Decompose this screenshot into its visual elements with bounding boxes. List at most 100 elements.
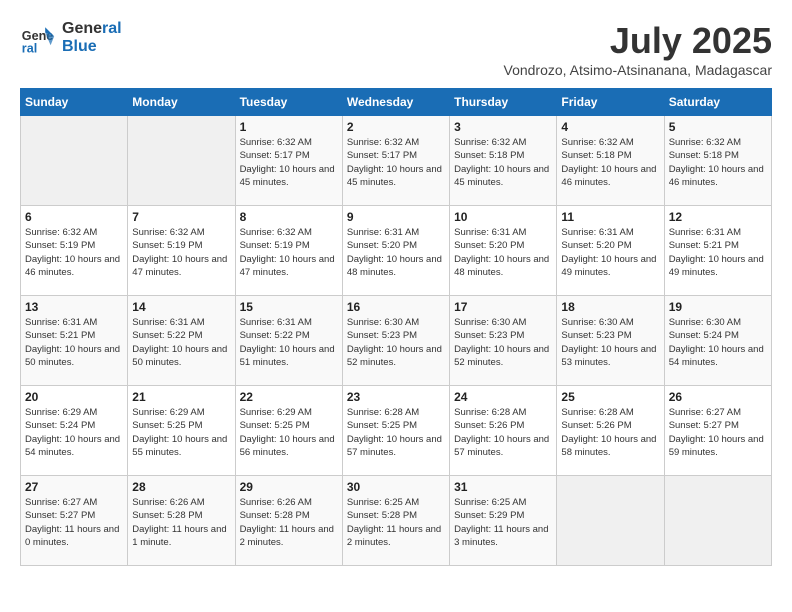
calendar-cell: 30 Sunrise: 6:25 AM Sunset: 5:28 PM Dayli… [342,476,449,566]
calendar-cell: 31 Sunrise: 6:25 AM Sunset: 5:29 PM Dayli… [450,476,557,566]
day-number: 17 [454,300,552,314]
weekday-header: Wednesday [342,89,449,116]
day-info: Sunrise: 6:32 AM Sunset: 5:19 PM Dayligh… [240,226,338,279]
calendar-cell: 20 Sunrise: 6:29 AM Sunset: 5:24 PM Dayli… [21,386,128,476]
day-info: Sunrise: 6:29 AM Sunset: 5:24 PM Dayligh… [25,406,123,459]
logo: Gene ral General Blue [20,20,122,56]
day-number: 21 [132,390,230,404]
calendar-cell [664,476,771,566]
day-info: Sunrise: 6:26 AM Sunset: 5:28 PM Dayligh… [132,496,230,549]
day-number: 4 [561,120,659,134]
day-info: Sunrise: 6:30 AM Sunset: 5:23 PM Dayligh… [347,316,445,369]
calendar-cell: 29 Sunrise: 6:26 AM Sunset: 5:28 PM Dayli… [235,476,342,566]
calendar-cell: 14 Sunrise: 6:31 AM Sunset: 5:22 PM Dayli… [128,296,235,386]
calendar-cell [128,116,235,206]
day-number: 23 [347,390,445,404]
title-block: July 2025 Vondrozo, Atsimo-Atsinanana, M… [504,20,773,78]
day-number: 9 [347,210,445,224]
page-title: July 2025 [504,20,773,62]
calendar-cell: 22Sunrise: 6:29 AM Sunset: 5:25 PM Dayli… [235,386,342,476]
calendar-cell: 11 Sunrise: 6:31 AM Sunset: 5:20 PM Dayli… [557,206,664,296]
calendar-cell: 23 Sunrise: 6:28 AM Sunset: 5:25 PM Dayli… [342,386,449,476]
day-number: 15 [240,300,338,314]
day-number: 30 [347,480,445,494]
day-info: Sunrise: 6:25 AM Sunset: 5:29 PM Dayligh… [454,496,552,549]
day-info: Sunrise: 6:31 AM Sunset: 5:22 PM Dayligh… [240,316,338,369]
day-number: 10 [454,210,552,224]
day-number: 29 [240,480,338,494]
day-info: Sunrise: 6:29 AM Sunset: 5:25 PM Dayligh… [240,406,338,459]
day-number: 20 [25,390,123,404]
calendar-cell: 3 Sunrise: 6:32 AM Sunset: 5:18 PM Daylig… [450,116,557,206]
day-number: 2 [347,120,445,134]
day-info: Sunrise: 6:28 AM Sunset: 5:26 PM Dayligh… [561,406,659,459]
calendar-week-row: 6 Sunrise: 6:32 AM Sunset: 5:19 PM Daylig… [21,206,772,296]
weekday-header: Saturday [664,89,771,116]
weekday-header: Tuesday [235,89,342,116]
day-number: 1 [240,120,338,134]
day-number: 6 [25,210,123,224]
calendar-cell: 6Sunrise: 6:32 AM Sunset: 5:19 PM Daylig… [21,206,128,296]
day-info: Sunrise: 6:32 AM Sunset: 5:18 PM Dayligh… [454,136,552,189]
day-info: Sunrise: 6:27 AM Sunset: 5:27 PM Dayligh… [25,496,123,549]
day-info: Sunrise: 6:32 AM Sunset: 5:18 PM Dayligh… [561,136,659,189]
calendar-cell: 19Sunrise: 6:30 AM Sunset: 5:24 PM Dayli… [664,296,771,386]
day-info: Sunrise: 6:30 AM Sunset: 5:23 PM Dayligh… [561,316,659,369]
calendar-cell: 26 Sunrise: 6:27 AM Sunset: 5:27 PM Dayli… [664,386,771,476]
calendar-table: SundayMondayTuesdayWednesdayThursdayFrid… [20,88,772,566]
day-number: 26 [669,390,767,404]
weekday-header: Sunday [21,89,128,116]
day-info: Sunrise: 6:26 AM Sunset: 5:28 PM Dayligh… [240,496,338,549]
calendar-cell: 15 Sunrise: 6:31 AM Sunset: 5:22 PM Dayli… [235,296,342,386]
page-subtitle: Vondrozo, Atsimo-Atsinanana, Madagascar [504,62,773,78]
calendar-cell: 12 Sunrise: 6:31 AM Sunset: 5:21 PM Dayli… [664,206,771,296]
calendar-week-row: 20 Sunrise: 6:29 AM Sunset: 5:24 PM Dayli… [21,386,772,476]
day-info: Sunrise: 6:32 AM Sunset: 5:19 PM Dayligh… [132,226,230,279]
day-number: 31 [454,480,552,494]
day-info: Sunrise: 6:30 AM Sunset: 5:23 PM Dayligh… [454,316,552,369]
day-info: Sunrise: 6:28 AM Sunset: 5:25 PM Dayligh… [347,406,445,459]
page-header: Gene ral General Blue July 2025 Vondrozo… [20,20,772,78]
calendar-cell: 25Sunrise: 6:28 AM Sunset: 5:26 PM Dayli… [557,386,664,476]
day-number: 12 [669,210,767,224]
calendar-cell: 18Sunrise: 6:30 AM Sunset: 5:23 PM Dayli… [557,296,664,386]
day-info: Sunrise: 6:28 AM Sunset: 5:26 PM Dayligh… [454,406,552,459]
day-number: 13 [25,300,123,314]
day-info: Sunrise: 6:31 AM Sunset: 5:21 PM Dayligh… [669,226,767,279]
weekday-header: Friday [557,89,664,116]
day-info: Sunrise: 6:27 AM Sunset: 5:27 PM Dayligh… [669,406,767,459]
day-info: Sunrise: 6:31 AM Sunset: 5:20 PM Dayligh… [561,226,659,279]
calendar-cell: 7 Sunrise: 6:32 AM Sunset: 5:19 PM Daylig… [128,206,235,296]
day-number: 3 [454,120,552,134]
calendar-cell: 2 Sunrise: 6:32 AM Sunset: 5:17 PM Daylig… [342,116,449,206]
calendar-cell: 13 Sunrise: 6:31 AM Sunset: 5:21 PM Dayli… [21,296,128,386]
calendar-cell: 27 Sunrise: 6:27 AM Sunset: 5:27 PM Dayli… [21,476,128,566]
day-info: Sunrise: 6:32 AM Sunset: 5:17 PM Dayligh… [240,136,338,189]
calendar-week-row: 27 Sunrise: 6:27 AM Sunset: 5:27 PM Dayli… [21,476,772,566]
calendar-week-row: 1 Sunrise: 6:32 AM Sunset: 5:17 PM Daylig… [21,116,772,206]
day-info: Sunrise: 6:32 AM Sunset: 5:17 PM Dayligh… [347,136,445,189]
day-info: Sunrise: 6:30 AM Sunset: 5:24 PM Dayligh… [669,316,767,369]
day-number: 27 [25,480,123,494]
weekday-header: Monday [128,89,235,116]
day-info: Sunrise: 6:31 AM Sunset: 5:21 PM Dayligh… [25,316,123,369]
day-number: 14 [132,300,230,314]
day-info: Sunrise: 6:32 AM Sunset: 5:18 PM Dayligh… [669,136,767,189]
calendar-week-row: 13 Sunrise: 6:31 AM Sunset: 5:21 PM Dayli… [21,296,772,386]
day-info: Sunrise: 6:31 AM Sunset: 5:20 PM Dayligh… [347,226,445,279]
calendar-cell: 21Sunrise: 6:29 AM Sunset: 5:25 PM Dayli… [128,386,235,476]
day-number: 11 [561,210,659,224]
day-info: Sunrise: 6:25 AM Sunset: 5:28 PM Dayligh… [347,496,445,549]
day-number: 16 [347,300,445,314]
day-number: 7 [132,210,230,224]
calendar-cell: 4 Sunrise: 6:32 AM Sunset: 5:18 PM Daylig… [557,116,664,206]
calendar-cell: 5Sunrise: 6:32 AM Sunset: 5:18 PM Daylig… [664,116,771,206]
calendar-cell: 8 Sunrise: 6:32 AM Sunset: 5:19 PM Daylig… [235,206,342,296]
day-number: 8 [240,210,338,224]
calendar-cell: 16 Sunrise: 6:30 AM Sunset: 5:23 PM Dayli… [342,296,449,386]
day-info: Sunrise: 6:31 AM Sunset: 5:22 PM Dayligh… [132,316,230,369]
calendar-cell: 10Sunrise: 6:31 AM Sunset: 5:20 PM Dayli… [450,206,557,296]
day-number: 24 [454,390,552,404]
logo-icon: Gene ral [20,20,56,56]
weekday-header: Thursday [450,89,557,116]
